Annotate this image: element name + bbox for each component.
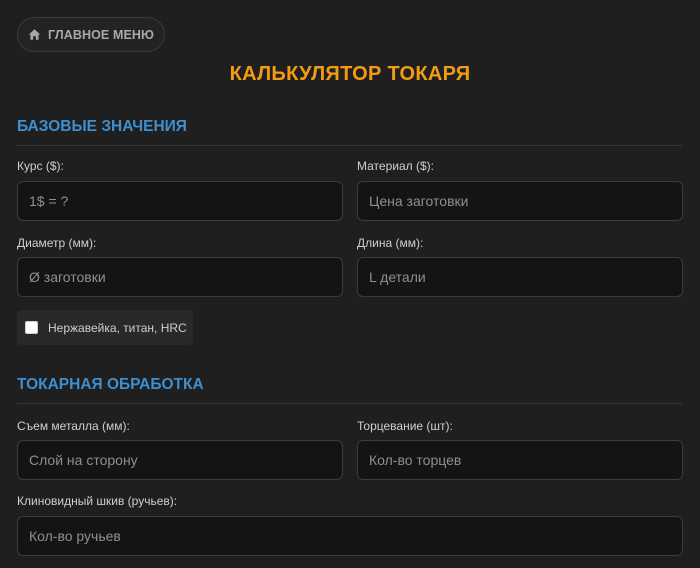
section-title-turning: ТОКАРНАЯ ОБРАБОТКА: [17, 376, 204, 393]
page-title: КАЛЬКУЛЯТОР ТОКАРЯ: [229, 63, 471, 85]
length-input[interactable]: [357, 257, 683, 297]
diameter-label: Диаметр (мм):: [17, 236, 97, 250]
diameter-input[interactable]: [17, 257, 343, 297]
section-title-base: БАЗОВЫЕ ЗНАЧЕНИЯ: [17, 118, 187, 135]
removal-label: Съем металла (мм):: [17, 419, 130, 433]
facing-input[interactable]: [357, 440, 683, 480]
pulley-label: Клиновидный шкив (ручьев):: [17, 494, 178, 508]
facing-label: Торцевание (шт):: [357, 419, 453, 433]
material-input[interactable]: [357, 181, 683, 221]
section-divider: [17, 145, 682, 146]
material-label: Материал ($):: [357, 159, 434, 173]
section-divider: [17, 403, 682, 404]
pulley-input[interactable]: [17, 516, 683, 556]
hard-material-label: Нержавейка, титан, HRC: [48, 320, 187, 335]
main-menu-label: ГЛАВНОЕ МЕНЮ: [47, 27, 155, 42]
removal-input[interactable]: [17, 440, 343, 480]
hard-material-checkbox[interactable]: [25, 321, 38, 334]
rate-label: Курс ($):: [17, 159, 64, 173]
main-menu-button[interactable]: ГЛАВНОЕ МЕНЮ: [17, 17, 165, 52]
hard-material-checkbox-row[interactable]: Нержавейка, титан, HRC: [17, 310, 193, 345]
home-icon: [28, 28, 41, 41]
length-label: Длина (мм):: [357, 236, 424, 250]
rate-input[interactable]: [17, 181, 343, 221]
